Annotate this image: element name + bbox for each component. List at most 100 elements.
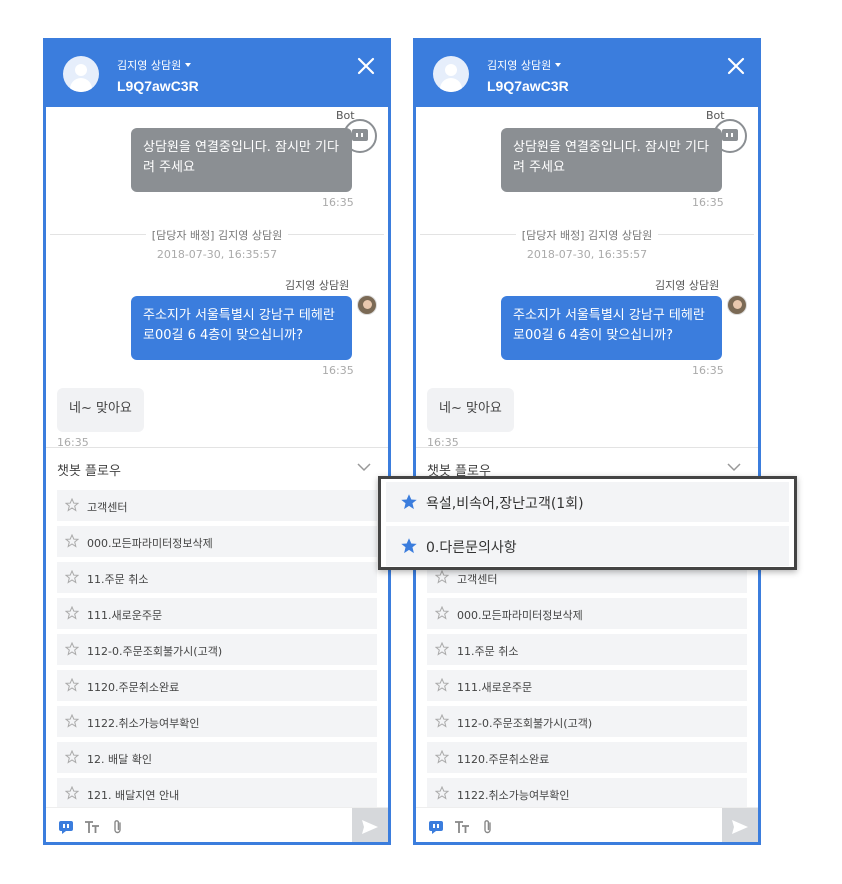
star-outline-icon[interactable] [435,714,449,728]
star-outline-icon[interactable] [435,678,449,692]
agent-name: 김지영 상담원 [285,279,350,292]
flow-item[interactable]: 112-0.주문조회불가시(고객) [427,706,747,737]
flow-item-label: 1122.취소가능여부확인 [87,717,200,730]
flow-item-label: 112-0.주문조회불가시(고객) [457,717,593,730]
message-time: 16:35 [692,364,724,377]
bot-message: 상담원을 연결중입니다. 잠시만 기다려 주세요 [501,128,722,192]
flow-item-label: 121. 배달지연 안내 [87,789,180,802]
star-filled-icon[interactable] [400,537,418,555]
agent-selector[interactable]: 김지영 상담원 [487,57,562,73]
star-outline-icon[interactable] [65,714,79,728]
chat-panel-right: 김지영 상담원 L9Q7awC3R Bot 상담원을 연결중입니다. 잠시만 기… [413,38,761,845]
chat-panel-left: 김지영 상담원 L9Q7awC3R Bot 상담원을 연결중입니다. 잠시만 기… [43,38,391,845]
flow-item-label: 고객센터 [87,501,128,514]
close-icon[interactable] [355,55,377,77]
agent-avatar [727,295,747,315]
favorite-item[interactable]: 욕설,비속어,장난고객(1회) [386,482,789,522]
send-icon [732,820,748,834]
caret-down-icon [555,63,562,67]
flow-item-label: 112-0.주문조회불가시(고객) [87,645,223,658]
send-icon [362,820,378,834]
flow-item[interactable]: 111.새로운주문 [57,598,377,629]
flow-item[interactable]: 111.새로운주문 [427,670,747,701]
flow-item-label: 1120.주문취소완료 [87,681,180,694]
flow-item[interactable]: 1122.취소가능여부확인 [57,706,377,737]
chat-header: 김지영 상담원 L9Q7awC3R [416,41,758,107]
star-outline-icon[interactable] [65,678,79,692]
assign-notice-text: [담당자 배정] 김지영 상담원 [145,229,289,242]
chat-messages[interactable]: Bot 상담원을 연결중입니다. 잠시만 기다려 주세요 16:35 [담당자 … [46,107,388,449]
flow-item-label: 11.주문 취소 [87,573,149,586]
chatbot-icon[interactable] [58,819,74,835]
star-outline-icon[interactable] [435,570,449,584]
avatar-icon [63,56,99,92]
flow-item[interactable]: 고객센터 [57,490,377,521]
bot-message: 상담원을 연결중입니다. 잠시만 기다려 주세요 [131,128,352,192]
message-time: 16:35 [322,196,354,209]
agent-label: 김지영 상담원 [117,59,182,72]
favorite-item-label: 욕설,비속어,장난고객(1회) [426,496,584,512]
flow-item[interactable]: 000.모든파라미터정보삭제 [427,598,747,629]
text-format-icon[interactable] [84,819,100,835]
close-icon[interactable] [725,55,747,77]
flow-item-label: 000.모든파라미터정보삭제 [87,537,213,550]
session-code: L9Q7awC3R [487,78,569,94]
star-outline-icon[interactable] [65,498,79,512]
flow-item-label: 000.모든파라미터정보삭제 [457,609,583,622]
assign-notice: [담당자 배정] 김지영 상담원 [416,227,758,243]
agent-message: 주소지가 서울특별시 강남구 테헤란로00길 6 4층이 맞으십니까? [131,296,352,360]
chat-messages[interactable]: Bot 상담원을 연결중입니다. 잠시만 기다려 주세요 16:35 [담당자 … [416,107,758,449]
favorite-item[interactable]: 0.다른문의사항 [386,526,789,566]
star-outline-icon[interactable] [65,642,79,656]
flow-item[interactable]: 000.모든파라미터정보삭제 [57,526,377,557]
chevron-down-icon[interactable] [727,462,741,472]
star-outline-icon[interactable] [435,606,449,620]
flow-item[interactable]: 112-0.주문조회불가시(고객) [57,634,377,665]
flow-item-label: 111.새로운주문 [457,681,533,694]
star-outline-icon[interactable] [65,786,79,800]
paperclip-icon[interactable] [110,819,126,835]
flow-item-label: 1122.취소가능여부확인 [457,789,570,802]
flow-title: 챗봇 플로우 [57,464,121,479]
send-button[interactable] [352,808,388,842]
agent-message: 주소지가 서울특별시 강남구 테헤란로00길 6 4층이 맞으십니까? [501,296,722,360]
agent-selector[interactable]: 김지영 상담원 [117,57,192,73]
assign-date: 2018-07-30, 16:35:57 [526,248,648,261]
send-button[interactable] [722,808,758,842]
caret-down-icon [185,63,192,67]
star-outline-icon[interactable] [435,750,449,764]
star-outline-icon[interactable] [435,642,449,656]
star-outline-icon[interactable] [65,570,79,584]
star-outline-icon[interactable] [435,786,449,800]
star-outline-icon[interactable] [65,750,79,764]
star-filled-icon[interactable] [400,493,418,511]
agent-name: 김지영 상담원 [655,279,720,292]
flow-item[interactable]: 1122.취소가능여부확인 [427,778,747,809]
flow-item[interactable]: 1120.주문취소완료 [427,742,747,773]
assign-notice: [담당자 배정] 김지영 상담원 [46,227,388,243]
favorite-item-label: 0.다른문의사항 [426,540,517,556]
message-time: 16:35 [322,364,354,377]
star-outline-icon[interactable] [65,606,79,620]
flow-item[interactable]: 1120.주문취소완료 [57,670,377,701]
chat-header: 김지영 상담원 L9Q7awC3R [46,41,388,107]
chatbot-flow-panel: 챗봇 플로우 고객센터 000.모든파라미터정보삭제 11.주문 취소 111.… [46,447,388,809]
flow-item[interactable]: 11.주문 취소 [427,634,747,665]
flow-item-label: 11.주문 취소 [457,645,519,658]
flow-item-label: 12. 배달 확인 [87,753,152,766]
flow-item[interactable]: 11.주문 취소 [57,562,377,593]
chatbot-icon[interactable] [428,819,444,835]
star-outline-icon[interactable] [65,534,79,548]
flow-item-label: 111.새로운주문 [87,609,163,622]
flow-item-label: 고객센터 [457,573,498,586]
session-code: L9Q7awC3R [117,78,199,94]
favorites-popup: 욕설,비속어,장난고객(1회) 0.다른문의사항 [378,476,797,570]
agent-avatar [357,295,377,315]
chevron-down-icon[interactable] [357,462,371,472]
user-message: 네~ 맞아요 [427,388,514,432]
agent-label: 김지영 상담원 [487,59,552,72]
paperclip-icon[interactable] [480,819,496,835]
flow-item[interactable]: 12. 배달 확인 [57,742,377,773]
flow-item[interactable]: 121. 배달지연 안내 [57,778,377,809]
text-format-icon[interactable] [454,819,470,835]
